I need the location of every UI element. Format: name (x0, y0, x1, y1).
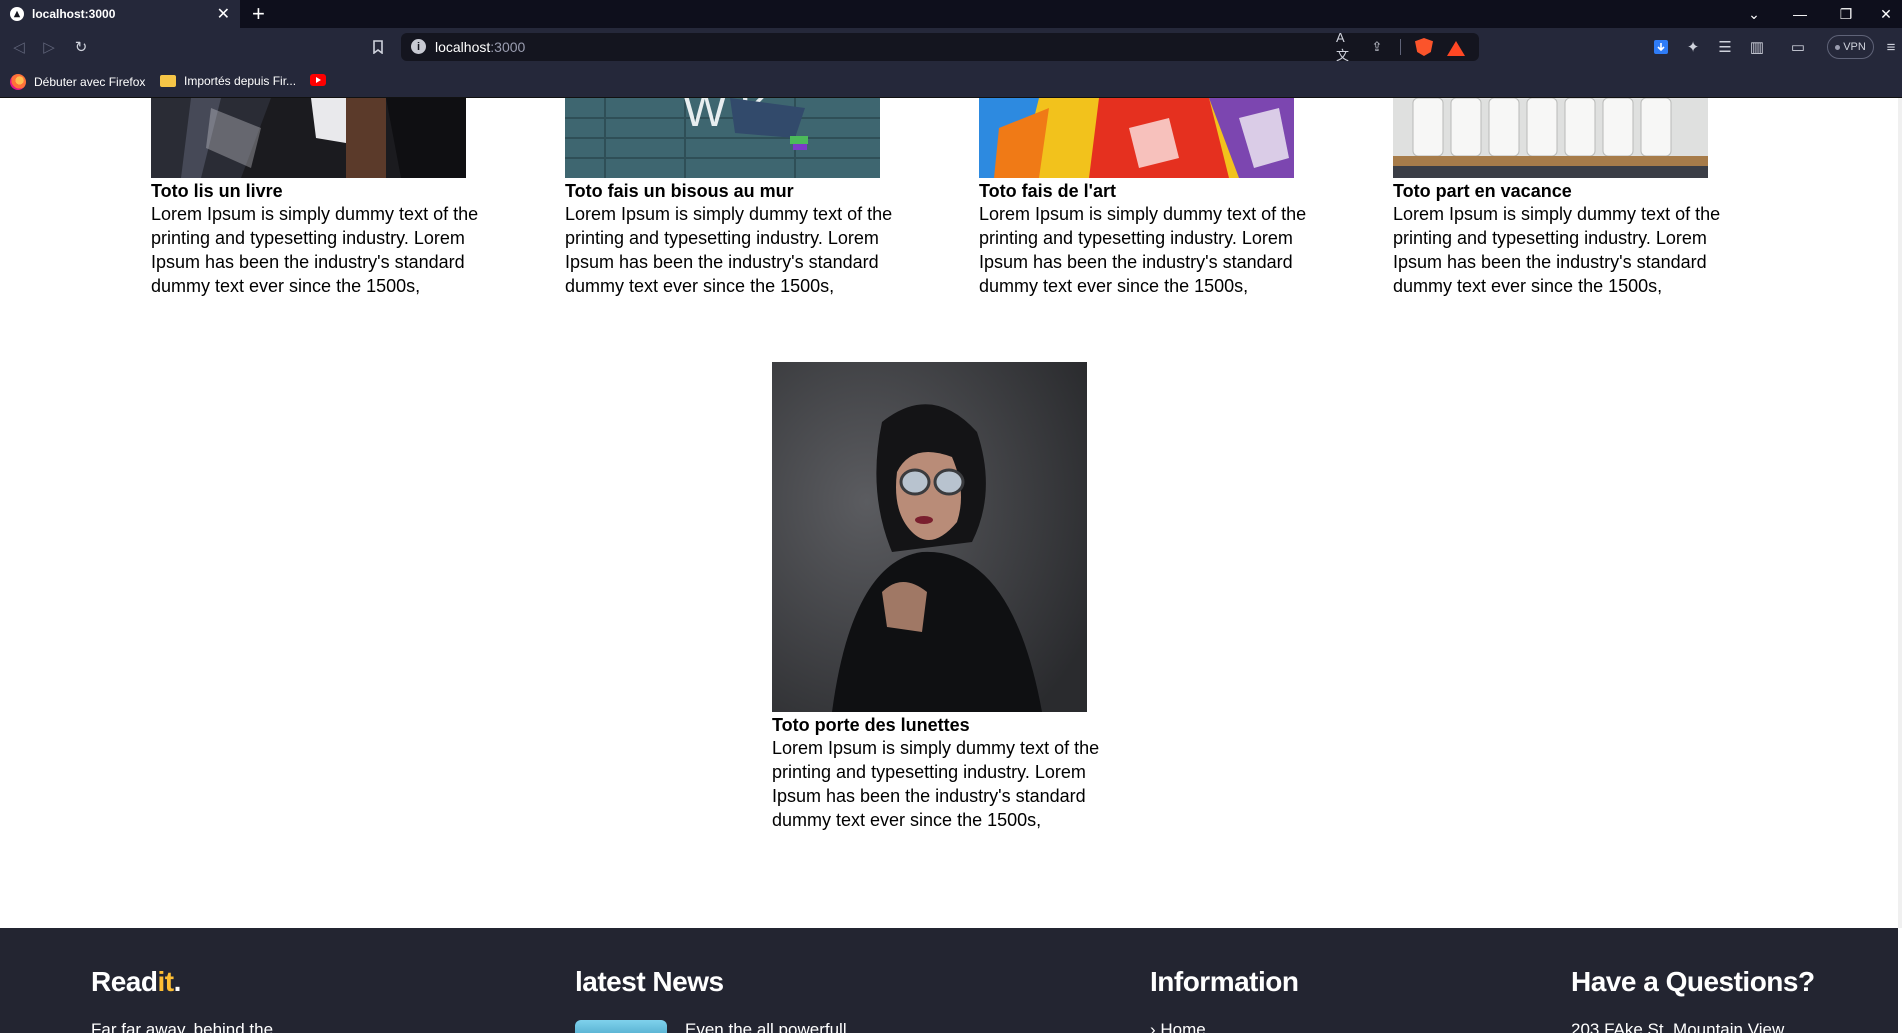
folder-icon (160, 75, 176, 87)
footer-info-link-home[interactable]: › Home (1150, 1020, 1206, 1033)
footer-news-item[interactable]: Even the all powerfull (685, 1020, 847, 1033)
bookmark-icon[interactable] (367, 36, 389, 58)
sidebar-icon[interactable]: ▥ (1746, 36, 1768, 58)
extensions-icon[interactable]: ✦ (1682, 36, 1704, 58)
page-content: Toto lis un livre Lorem Ipsum is simply … (0, 98, 1902, 1033)
reload-icon[interactable]: ↻ (70, 36, 92, 58)
close-tab-icon[interactable]: ✕ (217, 4, 230, 24)
footer-info-heading: Information (1150, 966, 1299, 997)
tab-bar: localhost:3000 ✕ + ⌄ — ❐ ✕ (0, 0, 1902, 28)
brand-accent: it (157, 966, 174, 997)
footer-questions-heading: Have a Questions? (1571, 966, 1815, 997)
news-thumbnail[interactable] (575, 1020, 667, 1033)
menu-icon[interactable]: ≡ (1880, 36, 1902, 58)
vpn-status-dot (1835, 44, 1841, 50)
card-title: Toto fais de l'art (979, 181, 1116, 201)
card-text: Lorem Ipsum is simply dummy text of the … (1393, 204, 1721, 296)
footer-news-heading: latest News (575, 966, 724, 997)
card-title: Toto part en vacance (1393, 181, 1572, 201)
bookmark-label: Débuter avec Firefox (34, 75, 146, 89)
triangle-favicon-icon (10, 7, 24, 21)
tab-list-chevron-icon[interactable]: ⌄ (1732, 0, 1776, 28)
bookmark-youtube[interactable] (310, 74, 326, 86)
gallery-card: Toto lis un livre Lorem Ipsum is simply … (151, 98, 491, 298)
card-image (151, 98, 466, 178)
share-icon[interactable]: ⇪ (1368, 38, 1386, 56)
minimize-icon[interactable]: — (1778, 0, 1822, 28)
card-image: W K (565, 98, 880, 178)
card-image (772, 362, 1087, 712)
back-icon[interactable]: ◁ (8, 36, 30, 58)
translate-icon[interactable]: A文 (1336, 30, 1354, 63)
new-tab-button[interactable]: + (252, 2, 265, 26)
footer-address: 203 FAke St. Mountain View, (1571, 1020, 1789, 1033)
forward-icon[interactable]: ▷ (38, 36, 60, 58)
gallery-card: W K Toto fais un bisous au mur Lorem Ips… (565, 98, 905, 298)
footer-brand[interactable]: Readit. (91, 966, 181, 998)
download-icon[interactable] (1650, 36, 1672, 58)
tab-localhost[interactable]: localhost:3000 ✕ (0, 0, 240, 28)
card-text: Lorem Ipsum is simply dummy text of the … (151, 204, 479, 296)
tab-title: localhost:3000 (32, 7, 116, 21)
gallery-card: Toto part en vacance Lorem Ipsum is simp… (1393, 98, 1733, 298)
card-image (1393, 98, 1708, 178)
brand-main: Read (91, 966, 158, 997)
brand-dot: . (173, 966, 182, 997)
url-port: :3000 (490, 39, 526, 55)
bookmark-firefox[interactable]: Débuter avec Firefox (10, 74, 145, 90)
gallery-card: Toto porte des lunettes Lorem Ipsum is s… (772, 362, 1112, 832)
footer-brand-text: Far far away, behind the (91, 1020, 274, 1033)
card-title: Toto lis un livre (151, 181, 283, 201)
vpn-label: VPN (1843, 41, 1866, 53)
gallery-card: Toto fais de l'art Lorem Ipsum is simply… (979, 98, 1319, 298)
brave-rewards-icon[interactable] (1447, 38, 1465, 56)
bookmark-imported[interactable]: Importés depuis Fir... (160, 74, 296, 88)
divider (1400, 39, 1401, 55)
page-scrollbar[interactable] (1898, 98, 1902, 928)
card-title: Toto fais un bisous au mur (565, 181, 794, 201)
site-info-icon[interactable]: i (411, 39, 426, 54)
playlist-icon[interactable]: ☰ (1714, 36, 1736, 58)
firefox-icon (10, 74, 26, 90)
card-image (979, 98, 1294, 178)
address-bar[interactable]: i localhost:3000 A文 ⇪ (401, 30, 1479, 63)
card-title: Toto porte des lunettes (772, 715, 970, 735)
card-text: Lorem Ipsum is simply dummy text of the … (772, 738, 1100, 830)
url-host: localhost (435, 39, 491, 55)
card-text: Lorem Ipsum is simply dummy text of the … (979, 204, 1307, 296)
bookmarks-bar: Débuter avec Firefox Importés depuis Fir… (0, 66, 1902, 98)
url-text[interactable]: localhost:3000 (435, 39, 525, 55)
youtube-icon (310, 74, 326, 86)
close-window-icon[interactable]: ✕ (1870, 0, 1902, 28)
restore-icon[interactable]: ❐ (1824, 0, 1868, 28)
bookmark-label: Importés depuis Fir... (184, 74, 297, 88)
vpn-button[interactable]: VPN (1827, 35, 1874, 59)
wallet-icon[interactable]: ▭ (1787, 36, 1809, 58)
brave-shields-icon[interactable] (1415, 38, 1433, 56)
card-text: Lorem Ipsum is simply dummy text of the … (565, 204, 893, 296)
